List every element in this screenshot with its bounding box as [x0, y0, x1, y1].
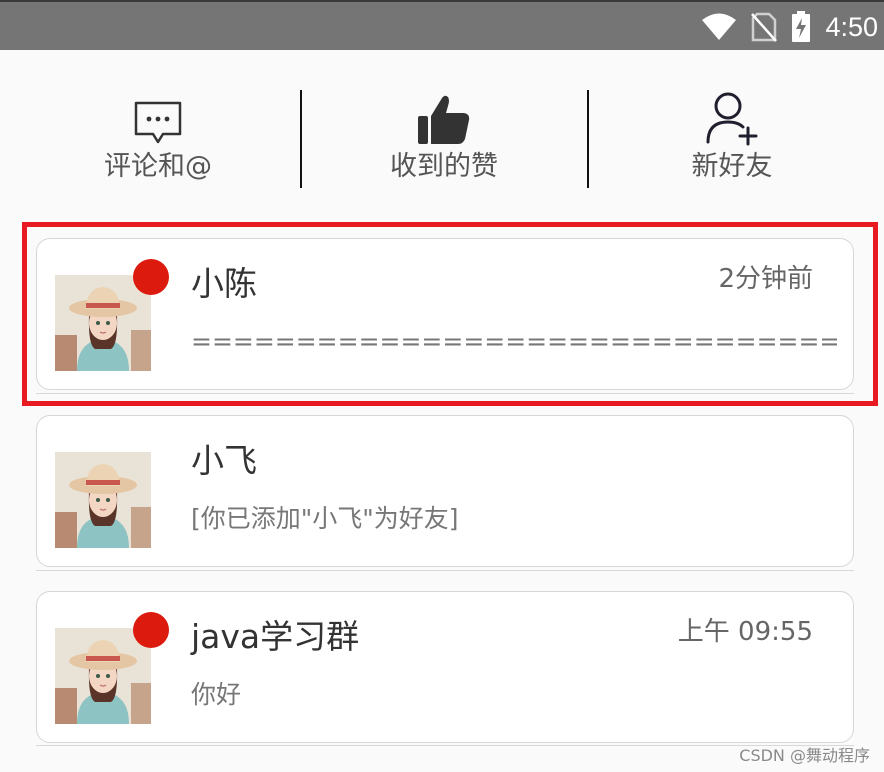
status-bar: 4:50: [0, 0, 884, 50]
list-divider: [36, 745, 854, 746]
list-divider: [36, 570, 854, 571]
received-likes-button[interactable]: 收到的赞: [344, 90, 544, 184]
watermark: CSDN @舞动程序: [739, 746, 870, 765]
conversation-item[interactable]: 小陈 2分钟前 ================================…: [36, 238, 854, 390]
no-sim-icon: [751, 12, 778, 42]
divider: [300, 90, 302, 188]
avatar: [55, 452, 151, 548]
new-friends-button[interactable]: 新好友: [632, 90, 832, 184]
divider: [587, 90, 589, 188]
conversation-name: 小陈: [191, 264, 257, 303]
comment-bubble-icon: [134, 101, 182, 144]
status-icons: 4:50: [701, 10, 878, 44]
avatar: [55, 628, 151, 724]
conversation-name: java学习群: [191, 617, 360, 656]
received-likes-label: 收到的赞: [390, 151, 498, 182]
message-actions-bar: 评论和@ 收到的赞 新好友: [0, 50, 884, 210]
avatar: [55, 275, 151, 371]
wifi-icon: [702, 13, 737, 40]
list-divider: [36, 393, 854, 394]
conversation-preview: 你好: [191, 680, 242, 709]
conversation-name: 小飞: [191, 441, 257, 480]
conversation-preview: [你已添加"小飞"为好友]: [191, 504, 459, 533]
status-time: 4:50: [825, 11, 878, 42]
unread-badge: [133, 612, 169, 648]
thumbs-up-icon: [418, 95, 470, 144]
comments-mentions-button[interactable]: 评论和@: [58, 90, 258, 184]
conversation-item[interactable]: 小飞 [你已添加"小飞"为好友]: [36, 415, 854, 567]
conversation-preview: ========================================…: [191, 327, 837, 356]
unread-badge: [133, 259, 169, 295]
conversation-time: 2分钟前: [718, 264, 813, 294]
new-friends-label: 新好友: [691, 151, 773, 182]
conversation-item[interactable]: java学习群 上午 09:55 你好: [36, 591, 854, 743]
comments-mentions-label: 评论和@: [104, 151, 212, 182]
conversation-time: 上午 09:55: [677, 617, 813, 647]
battery-charging-icon: [792, 11, 811, 42]
add-friend-icon: [706, 92, 758, 146]
